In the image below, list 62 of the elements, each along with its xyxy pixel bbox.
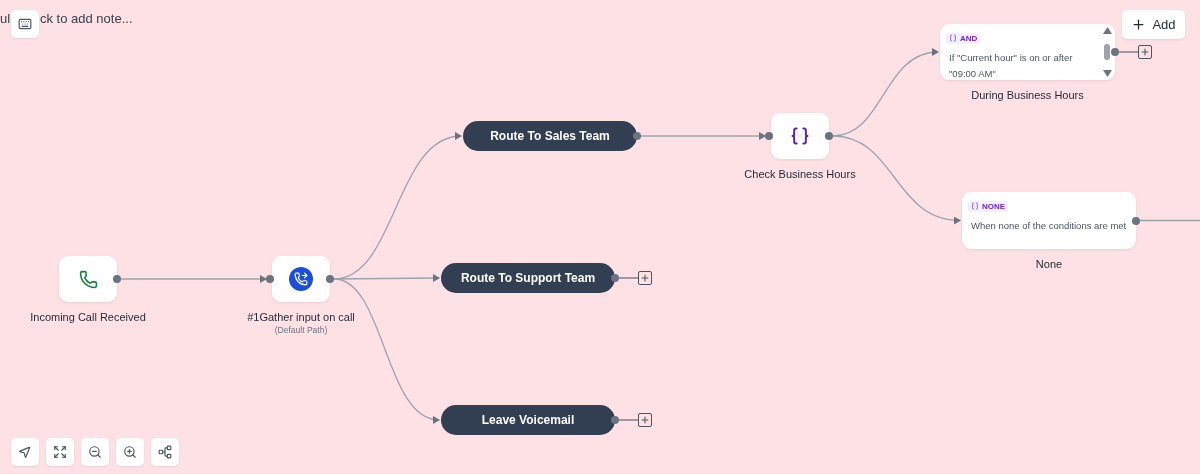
layout-button[interactable] bbox=[151, 438, 179, 466]
node-label: During Business Hours bbox=[971, 89, 1084, 101]
branch-card[interactable]: AND If "Current hour" is on or after "09:00 AM" bbox=[940, 24, 1115, 80]
plus-icon bbox=[640, 273, 650, 283]
node-label: None bbox=[1035, 258, 1063, 270]
output-port[interactable] bbox=[1132, 216, 1140, 225]
expand-icon bbox=[53, 445, 67, 459]
zoom-out-icon bbox=[88, 445, 102, 459]
add-step-button[interactable] bbox=[1138, 45, 1152, 59]
phone-icon bbox=[78, 269, 98, 289]
scroll-thumb[interactable] bbox=[1104, 44, 1110, 60]
scroll-down-icon[interactable] bbox=[1102, 70, 1112, 77]
scrollbar[interactable] bbox=[1102, 27, 1112, 77]
braces-icon bbox=[790, 126, 810, 146]
plus-icon bbox=[1131, 17, 1147, 32]
add-button[interactable]: Add bbox=[1122, 10, 1185, 39]
connector bbox=[618, 277, 639, 279]
output-port[interactable] bbox=[611, 416, 619, 424]
note-text[interactable]: ul bbox=[0, 11, 11, 26]
input-port[interactable] bbox=[765, 132, 773, 140]
trigger-node[interactable] bbox=[59, 256, 117, 302]
note-text[interactable]: ck to add note... bbox=[40, 11, 133, 26]
output-port[interactable] bbox=[611, 274, 619, 282]
condition-text: "09:00 AM" bbox=[948, 67, 997, 80]
fit-view-button[interactable] bbox=[46, 438, 74, 466]
condition-node[interactable] bbox=[771, 113, 829, 159]
node-label: Check Business Hours bbox=[744, 168, 856, 180]
route-node[interactable]: Leave Voicemail bbox=[441, 405, 615, 435]
branch-card[interactable]: NONE When none of the conditions are met bbox=[962, 192, 1136, 249]
add-step-button[interactable] bbox=[638, 413, 652, 427]
zoom-out-button[interactable] bbox=[81, 438, 109, 466]
phone-forward-icon bbox=[289, 267, 313, 291]
plus-icon bbox=[1140, 47, 1150, 57]
pointer-icon bbox=[18, 445, 32, 459]
output-port[interactable] bbox=[113, 275, 121, 283]
condition-text: When none of the conditions are met bbox=[970, 219, 1128, 233]
keyboard-icon bbox=[18, 17, 32, 31]
node-label: #1Gather input on call bbox=[247, 311, 355, 323]
condition-badge: AND bbox=[946, 32, 981, 44]
pointer-button[interactable] bbox=[11, 438, 39, 466]
condition-badge: NONE bbox=[968, 200, 1009, 212]
output-port[interactable] bbox=[1111, 48, 1119, 56]
keyboard-button[interactable] bbox=[11, 10, 39, 38]
plus-icon bbox=[640, 415, 650, 425]
node-sublabel: (Default Path) bbox=[274, 325, 328, 335]
route-node[interactable]: Route To Sales Team bbox=[463, 121, 637, 151]
connector bbox=[618, 419, 639, 421]
node-label: Incoming Call Received bbox=[30, 311, 146, 323]
zoom-in-icon bbox=[123, 445, 137, 459]
route-node[interactable]: Route To Support Team bbox=[441, 263, 615, 293]
condition-text: If "Current hour" is on or after bbox=[948, 51, 1074, 65]
output-port[interactable] bbox=[326, 275, 334, 283]
zoom-in-button[interactable] bbox=[116, 438, 144, 466]
connector bbox=[1118, 51, 1139, 53]
action-node[interactable] bbox=[272, 256, 330, 302]
network-icon bbox=[158, 445, 172, 459]
output-port[interactable] bbox=[825, 132, 833, 140]
scroll-up-icon[interactable] bbox=[1102, 27, 1112, 34]
input-port[interactable] bbox=[266, 275, 274, 283]
output-port[interactable] bbox=[633, 132, 641, 140]
add-step-button[interactable] bbox=[638, 271, 652, 285]
connector bbox=[1139, 219, 1200, 222]
